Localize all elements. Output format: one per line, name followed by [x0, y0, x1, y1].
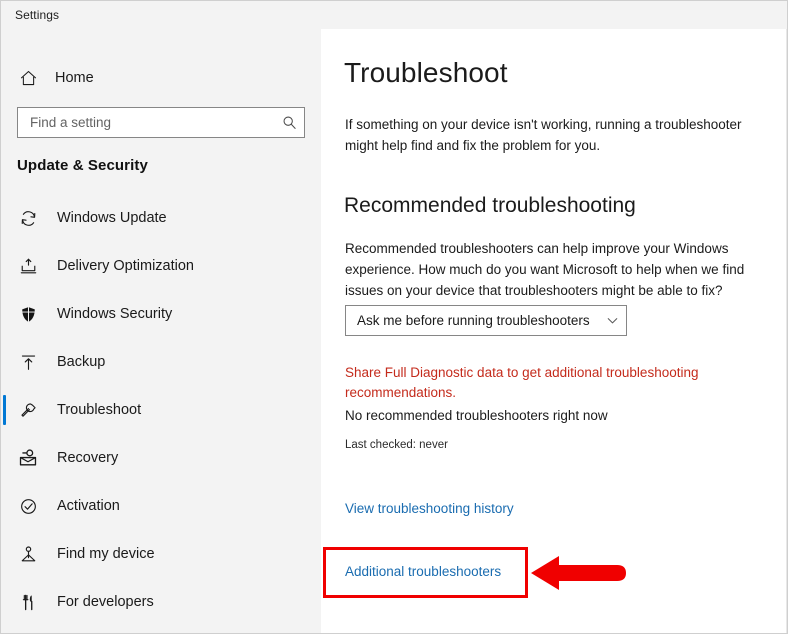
refresh-icon [17, 207, 39, 229]
settings-window: Settings Home Update & Security [0, 0, 788, 634]
recovery-icon [19, 449, 37, 466]
page-title: Troubleshoot [344, 57, 508, 88]
last-checked-text: Last checked: never [345, 439, 448, 451]
sidebar: Home Update & Security [1, 29, 321, 633]
sidebar-item-delivery-optimization[interactable]: Delivery Optimization [1, 242, 321, 290]
page-description: If something on your device isn't workin… [345, 117, 742, 153]
sidebar-item-label: Windows Security [57, 306, 173, 322]
developer-tools-icon [17, 591, 39, 613]
sidebar-item-home[interactable]: Home [1, 61, 301, 95]
sidebar-item-label: Delivery Optimization [57, 258, 194, 274]
search-input[interactable] [18, 108, 278, 137]
diagnostic-data-warning: Share Full Diagnostic data to get additi… [345, 365, 699, 400]
title-bar: Settings [1, 1, 787, 29]
sidebar-item-find-my-device[interactable]: Find my device [1, 530, 321, 578]
sidebar-group-title: Update & Security [17, 157, 148, 174]
sidebar-item-label: Activation [57, 498, 120, 514]
sidebar-item-activation[interactable]: Activation [1, 482, 321, 530]
window-title: Settings [15, 8, 60, 22]
sidebar-item-label: Backup [57, 354, 106, 370]
section-title-recommended-troubleshooting: Recommended troubleshooting [344, 194, 636, 217]
scrollbar-track[interactable] [786, 29, 787, 633]
sidebar-item-label: Windows Update [57, 210, 167, 226]
recommended-troubleshooting-dropdown[interactable]: Ask me before running troubleshooters [345, 305, 627, 336]
wrench-icon [17, 399, 39, 421]
sidebar-item-troubleshoot[interactable]: Troubleshoot [1, 386, 321, 434]
home-label: Home [55, 70, 94, 86]
upload-arrow-icon [17, 351, 39, 373]
home-icon [17, 67, 39, 89]
main-content: Troubleshoot If something on your device… [321, 29, 787, 633]
upload-tray-icon [17, 255, 39, 277]
search-icon[interactable] [278, 108, 304, 137]
sidebar-item-label: Recovery [57, 450, 119, 466]
sidebar-item-recovery[interactable]: Recovery [1, 434, 321, 482]
section-description: Recommended troubleshooters can help imp… [345, 241, 745, 298]
locate-device-icon [17, 543, 39, 565]
sidebar-item-label: Find my device [57, 546, 155, 562]
sidebar-item-backup[interactable]: Backup [1, 338, 321, 386]
sidebar-item-windows-update[interactable]: Windows Update [1, 194, 321, 242]
sidebar-nav-list: Windows Update Delivery Optimization Win… [1, 194, 321, 626]
check-circle-icon [17, 495, 39, 517]
chevron-down-icon[interactable] [598, 306, 626, 335]
sidebar-item-label: Troubleshoot [57, 402, 142, 418]
view-troubleshooting-history-link[interactable]: View troubleshooting history [345, 501, 514, 516]
recommendation-status: No recommended troubleshooters right now [345, 408, 608, 423]
additional-troubleshooters-link[interactable]: Additional troubleshooters [345, 564, 501, 579]
sidebar-item-windows-security[interactable]: Windows Security [1, 290, 321, 338]
shield-icon [17, 303, 39, 325]
sidebar-item-label: For developers [57, 594, 154, 610]
sidebar-item-for-developers[interactable]: For developers [1, 578, 321, 626]
dropdown-selected-value: Ask me before running troubleshooters [357, 313, 590, 328]
search-box[interactable] [17, 107, 305, 138]
